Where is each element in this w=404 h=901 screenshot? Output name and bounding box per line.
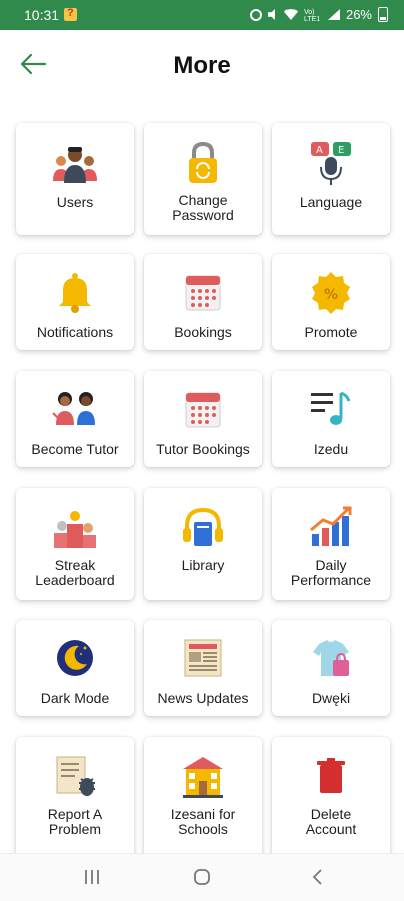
- wifi-icon: [283, 9, 298, 20]
- status-indicators: Vo) LTE1 26%: [249, 7, 388, 23]
- newspaper-icon: [179, 634, 227, 682]
- tile-library[interactable]: Library: [144, 488, 262, 600]
- calendar-icon: [179, 385, 227, 433]
- tile-label: Izesani for Schools: [170, 806, 236, 837]
- calendar-icon: [179, 268, 227, 316]
- home-button[interactable]: [190, 866, 214, 888]
- tile-dweki[interactable]: Dwęki: [272, 620, 390, 716]
- tile-izesani-for-schools[interactable]: Izesani for Schools: [144, 737, 262, 853]
- tutor-icon: [51, 385, 99, 433]
- page-title: More: [173, 52, 231, 79]
- tile-label: Notifications: [36, 324, 114, 340]
- tile-label: News Updates: [157, 690, 249, 706]
- headphones-book-icon: [179, 504, 227, 552]
- tile-streak-leaderboard[interactable]: Streak Leaderboard: [16, 488, 134, 600]
- tile-daily-performance[interactable]: Daily Performance: [272, 488, 390, 600]
- alarm-icon: [249, 8, 262, 21]
- tile-label: Dark Mode: [40, 690, 110, 706]
- tile-report-a-problem[interactable]: Report A Problem: [16, 737, 134, 853]
- moon-icon: [51, 634, 99, 682]
- tile-dark-mode[interactable]: Dark Mode: [16, 620, 134, 716]
- tile-bookings[interactable]: Bookings: [144, 254, 262, 350]
- mute-icon: [267, 9, 275, 20]
- tile-users[interactable]: Users: [16, 123, 134, 235]
- tile-label: Promote: [304, 324, 358, 340]
- tile-tutor-bookings[interactable]: Tutor Bookings: [144, 371, 262, 467]
- tile-language[interactable]: A E Language: [272, 123, 390, 235]
- svg-text:A: A: [316, 145, 323, 156]
- recent-apps-button[interactable]: [80, 866, 104, 888]
- battery-icon: [378, 7, 388, 22]
- tile-label: Streak Leaderboard: [35, 557, 115, 588]
- tile-label: Library: [181, 557, 225, 573]
- status-bar: 10:31 Vo) LTE1 26%: [0, 0, 404, 30]
- tile-news-updates[interactable]: News Updates: [144, 620, 262, 716]
- tile-label: Change Password: [172, 192, 234, 223]
- signal-icon: [327, 9, 340, 20]
- bar-chart-icon: [307, 504, 355, 552]
- bell-icon: [51, 268, 99, 316]
- tile-notifications[interactable]: Notifications: [16, 254, 134, 350]
- users-icon: [51, 141, 99, 189]
- tile-label: Delete Account: [305, 806, 357, 837]
- language-icon: A E: [307, 139, 355, 187]
- padlock-icon: [179, 139, 227, 187]
- svg-text:%: %: [324, 287, 338, 303]
- tile-label: Become Tutor: [31, 441, 119, 457]
- svg-text:E: E: [338, 145, 344, 156]
- home-icon: [194, 869, 210, 885]
- more-menu-grid: Users Change Password A E Language Notif…: [0, 98, 404, 853]
- tile-change-password[interactable]: Change Password: [144, 123, 262, 235]
- app-header: More: [0, 30, 404, 99]
- tile-label: Dwęki: [311, 690, 351, 706]
- tile-izedu[interactable]: Izedu: [272, 371, 390, 467]
- tile-promote[interactable]: % Promote: [272, 254, 390, 350]
- tile-delete-account[interactable]: Delete Account: [272, 737, 390, 853]
- tile-become-tutor[interactable]: Become Tutor: [16, 371, 134, 467]
- tile-label: Language: [299, 194, 363, 210]
- tile-label: Bookings: [174, 324, 232, 340]
- battery-percent: 26%: [345, 7, 372, 22]
- system-navigation-bar: [0, 853, 404, 901]
- shirt-icon: [307, 634, 355, 682]
- tile-label: Izedu: [313, 441, 349, 457]
- tile-label: Daily Performance: [290, 557, 372, 588]
- status-time: 10:31: [24, 7, 60, 23]
- bug-report-icon: [51, 753, 99, 801]
- tile-label: Report A Problem: [47, 806, 103, 837]
- app-notification-icon: [64, 7, 77, 21]
- podium-icon: [51, 504, 99, 552]
- tile-label: Users: [56, 194, 94, 210]
- volte-label: Vo) LTE1: [303, 8, 321, 23]
- recent-apps-icon: [85, 870, 99, 884]
- system-back-button[interactable]: [306, 866, 330, 888]
- chevron-left-icon: [312, 869, 322, 885]
- school-icon: [179, 753, 227, 801]
- promote-badge-icon: %: [307, 268, 355, 316]
- trash-icon: [307, 753, 355, 801]
- tile-label: Tutor Bookings: [156, 441, 250, 457]
- music-list-icon: [307, 385, 355, 433]
